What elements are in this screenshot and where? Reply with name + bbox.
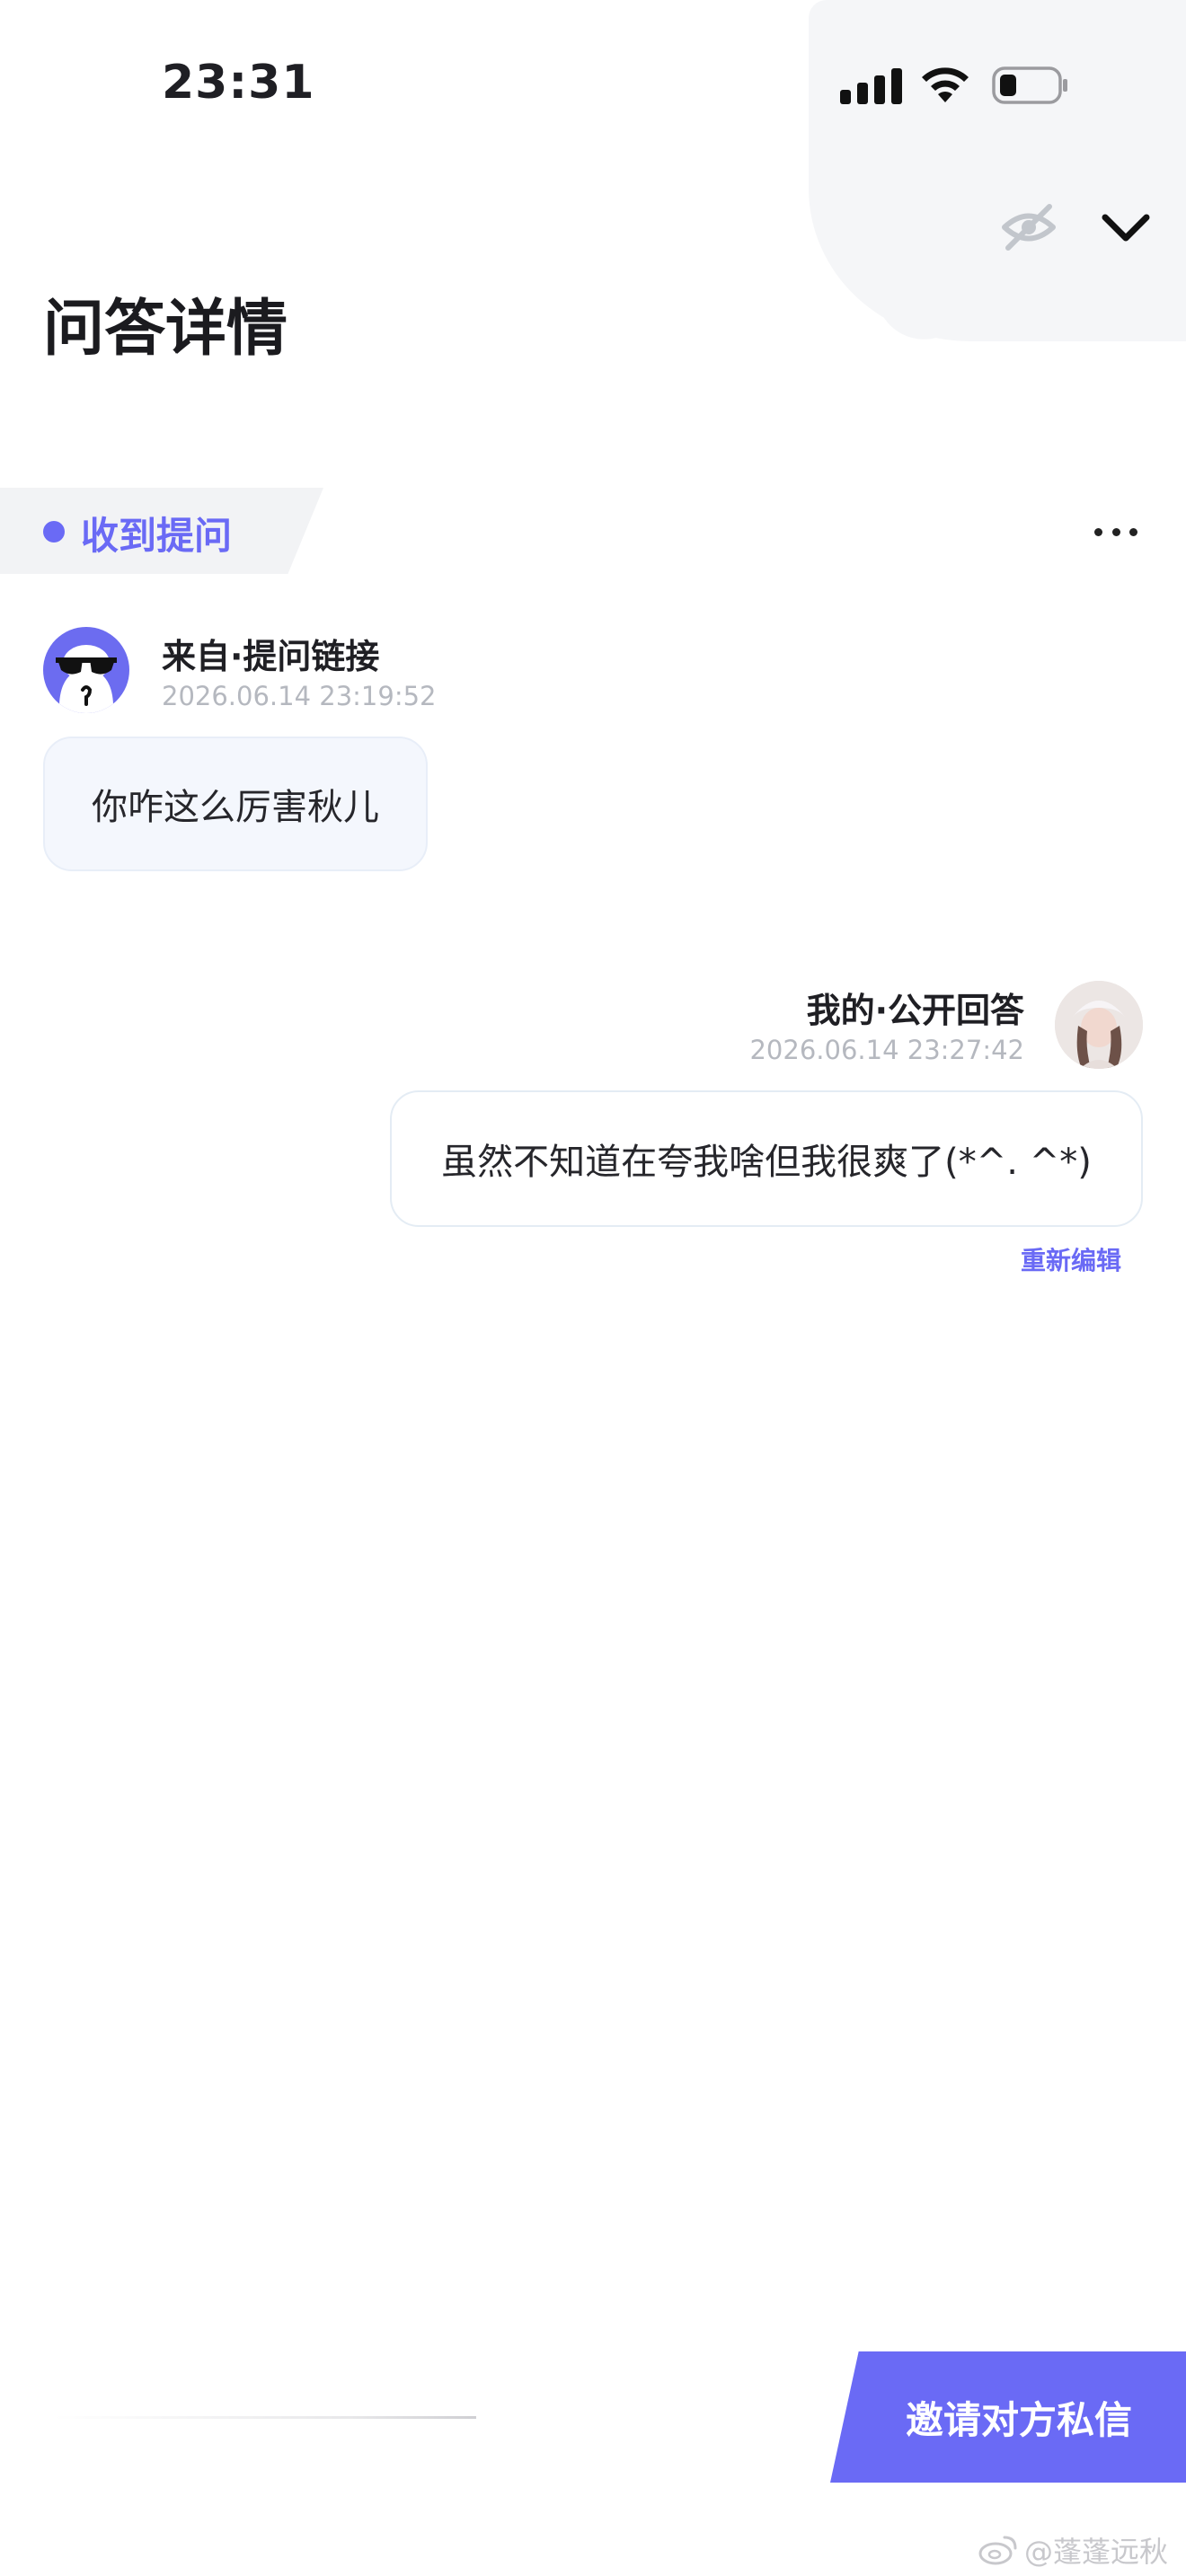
wifi-icon [922,67,969,102]
battery-icon [992,66,1067,104]
question-source: 来自·提问链接 [162,637,380,676]
question-bubble: 你咋这么厉害秋儿 [43,737,428,871]
more-icon[interactable] [1094,521,1137,543]
re-edit-button[interactable]: 重新编辑 [1021,1241,1121,1277]
signal-icon [840,68,902,104]
tag-dot [43,521,65,543]
bottom-divider [54,2416,476,2419]
invite-message-button[interactable]: 邀请对方私信 [830,2351,1186,2483]
hide-icon[interactable] [999,199,1058,255]
answer-source: 我的·公开回答 [806,991,1024,1030]
my-avatar[interactable] [1055,981,1143,1069]
question-timestamp: 2026.06.14 23:19:52 [162,681,437,711]
answer-bubble: 虽然不知道在夸我啥但我很爽了(*^. ^*) [390,1090,1143,1227]
watermark: @蓬蓬远秋 [978,2529,1168,2571]
status-time: 23:31 [162,56,315,110]
chevron-down-icon[interactable] [1098,201,1154,253]
header-decoration [809,0,1186,341]
page-title: 问答详情 [43,294,288,365]
watermark-text: @蓬蓬远秋 [1024,2535,1169,2569]
received-tag-label: 收到提问 [81,514,233,558]
answer-timestamp: 2026.06.14 23:27:42 [749,1035,1024,1065]
weibo-icon [978,2536,1017,2565]
asker-avatar [43,627,129,713]
